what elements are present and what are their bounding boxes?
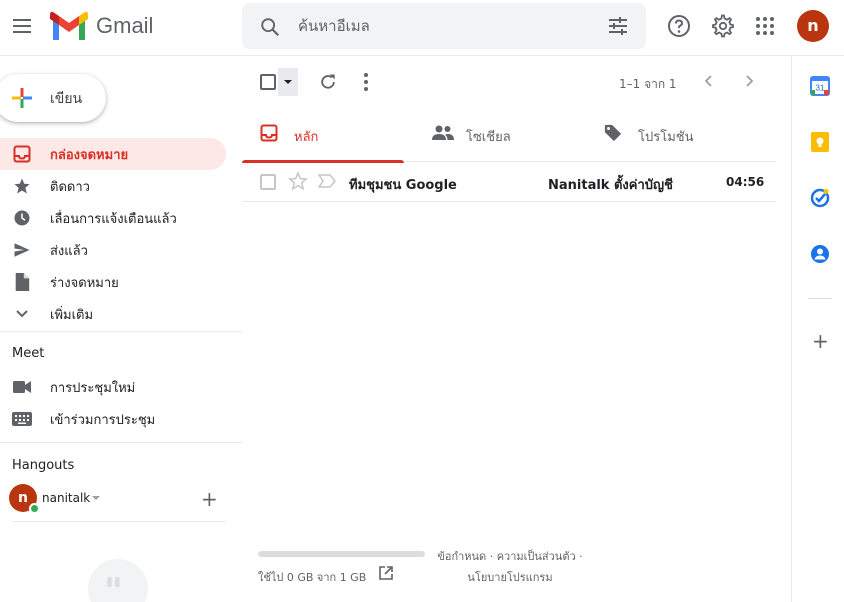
sidebar-divider — [0, 331, 242, 332]
sidebar-item-label: ร่างจดหมาย — [50, 275, 119, 291]
new-conversation-plus-icon[interactable]: + — [201, 489, 218, 509]
tab-promotions[interactable]: โปรโมชัน — [586, 108, 748, 162]
footer-links-terms-privacy[interactable]: ข้อกำหนด · ความเป็นส่วนตัว · — [432, 546, 588, 567]
sidebar-item-snoozed[interactable]: เลื่อนการแจ้งเตือนแล้ว — [0, 202, 226, 234]
mail-sender: ทีมชุมชน Google — [349, 178, 457, 193]
keep-icon[interactable] — [810, 132, 830, 152]
search-input[interactable] — [298, 13, 598, 39]
search-bar[interactable] — [242, 3, 646, 49]
hangouts-divider — [12, 521, 226, 522]
top-bar: Gmail n — [0, 0, 844, 56]
compose-button[interactable]: เขียน — [0, 74, 106, 122]
tab-label: โปรโมชัน — [638, 130, 694, 145]
mail-toolbar: 1–1 จาก 1 — [242, 56, 776, 108]
sidebar-divider — [0, 442, 242, 443]
hangouts-quote-icon: " — [88, 559, 148, 602]
storage-progress-bar — [258, 551, 425, 557]
compose-label: เขียน — [50, 91, 83, 107]
tab-label: โซเชียล — [466, 130, 511, 145]
category-tabs: หลัก โซเชียล โปรโมชัน — [242, 108, 776, 163]
video-icon — [12, 380, 32, 394]
mail-subject: Nanitalk ตั้งค่าบัญชี — [548, 178, 673, 193]
hangouts-section-title: Hangouts — [12, 458, 75, 473]
refresh-icon[interactable] — [318, 72, 338, 92]
get-addons-plus-icon[interactable]: + — [812, 331, 829, 351]
calendar-icon[interactable]: 31 — [810, 76, 830, 96]
inbox-icon — [260, 124, 278, 142]
star-icon — [12, 176, 32, 196]
side-panel-divider — [808, 298, 832, 299]
settings-gear-icon[interactable] — [711, 14, 735, 38]
hangouts-status-caret-icon[interactable] — [92, 496, 100, 500]
calendar-day: 31 — [816, 84, 825, 93]
people-icon — [432, 125, 454, 140]
inbox-icon — [12, 144, 32, 164]
tasks-icon[interactable] — [810, 188, 830, 208]
hangouts-username[interactable]: nanitalk — [42, 491, 90, 505]
meet-join-meeting[interactable]: เข้าร่วมการประชุม — [0, 403, 240, 435]
compose-plus-icon — [12, 88, 32, 108]
select-dropdown-icon[interactable] — [278, 68, 298, 96]
sidebar-item-label: เลื่อนการแจ้งเตือนแล้ว — [50, 211, 177, 227]
star-outline-icon[interactable] — [288, 171, 308, 191]
sidebar-item-sent[interactable]: ส่งแล้ว — [0, 234, 226, 266]
help-icon[interactable] — [667, 14, 691, 38]
sidebar-item-label: ส่งแล้ว — [50, 243, 88, 259]
tab-label: หลัก — [294, 130, 319, 145]
keyboard-icon — [12, 412, 32, 426]
sidebar-item-starred[interactable]: ติดดาว — [0, 170, 226, 202]
side-panel: 31 + — [791, 56, 844, 602]
sidebar-nav: กล่องจดหมาย ติดดาว เลื่อนการแจ้งเตือนแล้… — [0, 138, 226, 330]
importance-marker-icon[interactable] — [318, 174, 336, 188]
account-avatar[interactable]: n — [797, 10, 829, 42]
apps-grid-icon[interactable] — [753, 14, 777, 38]
draft-icon — [12, 272, 32, 292]
gmail-m-icon — [50, 11, 88, 40]
sidebar-item-label: ติดดาว — [50, 179, 90, 195]
search-options-icon[interactable] — [607, 16, 629, 36]
previous-page-icon[interactable] — [702, 74, 716, 88]
meet-item-label: เข้าร่วมการประชุม — [50, 412, 156, 428]
storage-usage-text: ใช้ไป 0 GB จาก 1 GB — [258, 571, 367, 584]
online-status-dot — [29, 503, 40, 514]
gmail-logo[interactable]: Gmail — [50, 11, 153, 41]
sidebar-item-label: กล่องจดหมาย — [50, 147, 129, 163]
send-icon — [12, 240, 32, 260]
tag-icon — [604, 124, 622, 142]
more-options-icon[interactable] — [364, 73, 368, 91]
contacts-icon[interactable] — [810, 244, 830, 264]
chevron-down-icon — [12, 304, 32, 324]
sidebar-item-more[interactable]: เพิ่มเติม — [0, 298, 226, 330]
meet-section-title: Meet — [12, 346, 45, 361]
footer-links: ข้อกำหนด · ความเป็นส่วนตัว · นโยบายโปรแก… — [432, 546, 588, 588]
meet-item-label: การประชุมใหม่ — [50, 380, 136, 396]
pagination-text: 1–1 จาก 1 — [619, 77, 677, 91]
meet-new-meeting[interactable]: การประชุมใหม่ — [0, 371, 240, 403]
open-external-icon[interactable] — [378, 565, 394, 581]
clock-icon — [12, 208, 32, 228]
select-all-checkbox[interactable] — [260, 74, 276, 90]
row-checkbox[interactable] — [260, 174, 276, 190]
mail-time: 04:56 — [726, 175, 765, 189]
search-icon[interactable] — [259, 16, 281, 38]
app-name: Gmail — [96, 13, 154, 38]
sidebar-item-drafts[interactable]: ร่างจดหมาย — [0, 266, 226, 298]
tab-primary[interactable]: หลัก — [242, 108, 404, 163]
sidebar-item-label: เพิ่มเติม — [50, 307, 94, 323]
sidebar-item-inbox[interactable]: กล่องจดหมาย — [0, 138, 226, 170]
tab-social[interactable]: โซเชียล — [414, 108, 576, 162]
footer-links-program-policy[interactable]: นโยบายโปรแกรม — [432, 567, 588, 588]
main-menu-icon[interactable] — [8, 10, 36, 42]
next-page-icon[interactable] — [742, 74, 756, 88]
table-row[interactable]: ทีมชุมชน Google Nanitalk ตั้งค่าบัญชี 04… — [242, 162, 776, 202]
